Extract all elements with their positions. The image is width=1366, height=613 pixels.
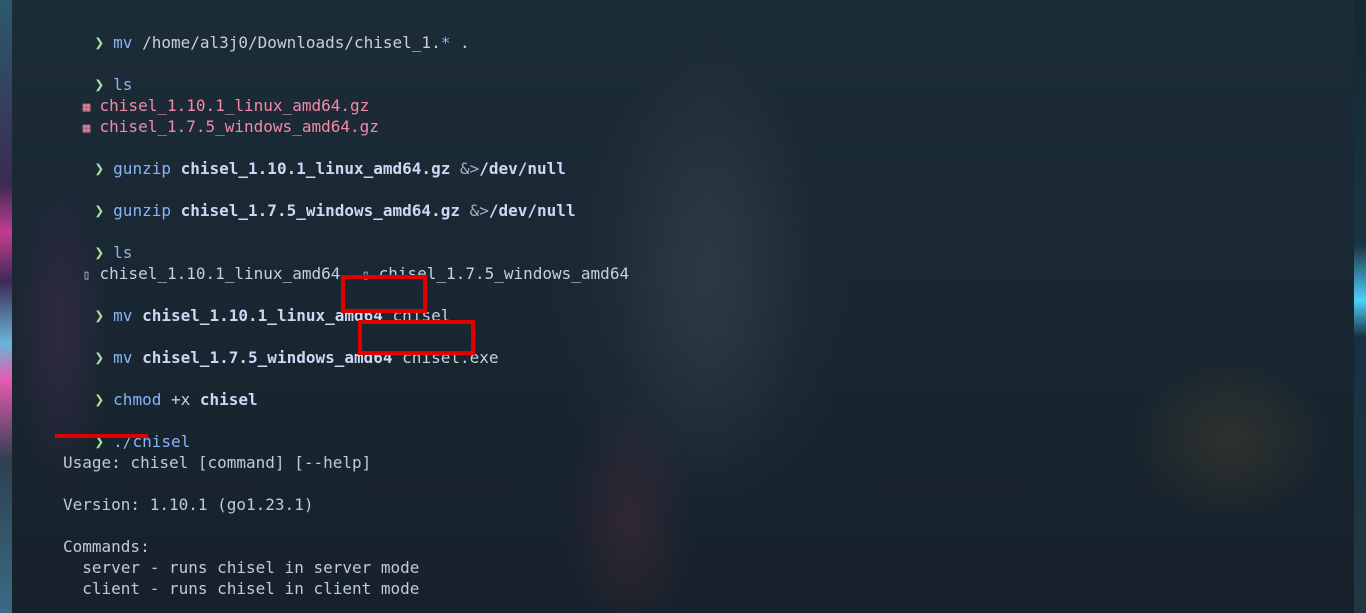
- usage-line: Usage: chisel [command] [--help]: [63, 453, 372, 472]
- highlight-box: [341, 275, 427, 313]
- file-icon: ▯: [82, 268, 91, 283]
- terminal-line: ❯ mv /home/al3j0/Downloads/chisel_1.* .: [56, 11, 470, 52]
- prompt-icon: ❯: [94, 348, 105, 367]
- redirect: &>: [459, 159, 480, 178]
- highlight-underline: [55, 434, 148, 438]
- terminal-line: ❯ ./chisel: [56, 410, 191, 451]
- command-arg: chisel_1.7.5_windows_amd64.gz: [180, 201, 460, 220]
- ls-output-line: ▦ chisel_1.10.1_linux_amd64.gz: [42, 74, 370, 115]
- terminal-window[interactable]: ❯ mv /home/al3j0/Downloads/chisel_1.* . ❯…: [12, 0, 1354, 613]
- version-line: Version: 1.10.1 (go1.23.1): [63, 495, 314, 514]
- command-arg: chisel_1.10.1_linux_amd64.gz: [180, 159, 451, 178]
- file-name: chisel_1.7.5_windows_amd64.gz: [99, 117, 379, 136]
- command-arg: .: [450, 33, 470, 52]
- command-server: server - runs chisel in server mode: [63, 558, 420, 577]
- prompt-icon: ❯: [94, 201, 105, 220]
- command-client: client - runs chisel in client mode: [63, 579, 420, 598]
- command-arg: chisel: [199, 390, 258, 409]
- prompt-icon: ❯: [94, 159, 105, 178]
- terminal-line: ❯ gunzip chisel_1.10.1_linux_amd64.gz &>/…: [56, 137, 566, 178]
- highlight-box: [358, 320, 475, 355]
- command: mv: [113, 348, 133, 367]
- wallpaper-left-edge: [0, 0, 12, 613]
- command-arg: /home/al3j0/Downloads/chisel_1.: [142, 33, 441, 52]
- command: mv: [113, 33, 133, 52]
- redirect-target: /dev/null: [488, 201, 576, 220]
- prompt-icon: ❯: [94, 390, 105, 409]
- command-arg: +x: [170, 390, 191, 409]
- ls-output-line: ▦ chisel_1.7.5_windows_amd64.gz: [42, 95, 379, 136]
- terminal-line: ❯ ls: [56, 53, 133, 94]
- glob-char: *: [440, 33, 451, 52]
- command: gunzip: [113, 201, 171, 220]
- prompt-icon: ❯: [94, 306, 105, 325]
- terminal-line: ❯ ls: [56, 221, 133, 262]
- redirect: &>: [469, 201, 489, 220]
- prompt-icon: ❯: [94, 33, 105, 52]
- command: gunzip: [113, 159, 171, 178]
- commands-header: Commands:: [63, 537, 150, 556]
- ls-output-line: ▯ chisel_1.10.1_linux_amd64 ▯ chisel_1.7.5…: [42, 242, 629, 283]
- wallpaper-right-edge: [1354, 0, 1366, 613]
- file-name: chisel_1.10.1_linux_amd64: [99, 264, 341, 283]
- terminal-line: ❯ chmod +x chisel: [56, 368, 258, 409]
- terminal-line: ❯ gunzip chisel_1.7.5_windows_amd64.gz &>…: [56, 179, 576, 220]
- redirect-target: /dev/null: [479, 159, 566, 178]
- command-arg: chisel_1.7.5_windows_amd64: [142, 348, 393, 367]
- archive-icon: ▦: [82, 121, 91, 136]
- command: chmod: [113, 390, 162, 409]
- command: mv: [113, 306, 133, 325]
